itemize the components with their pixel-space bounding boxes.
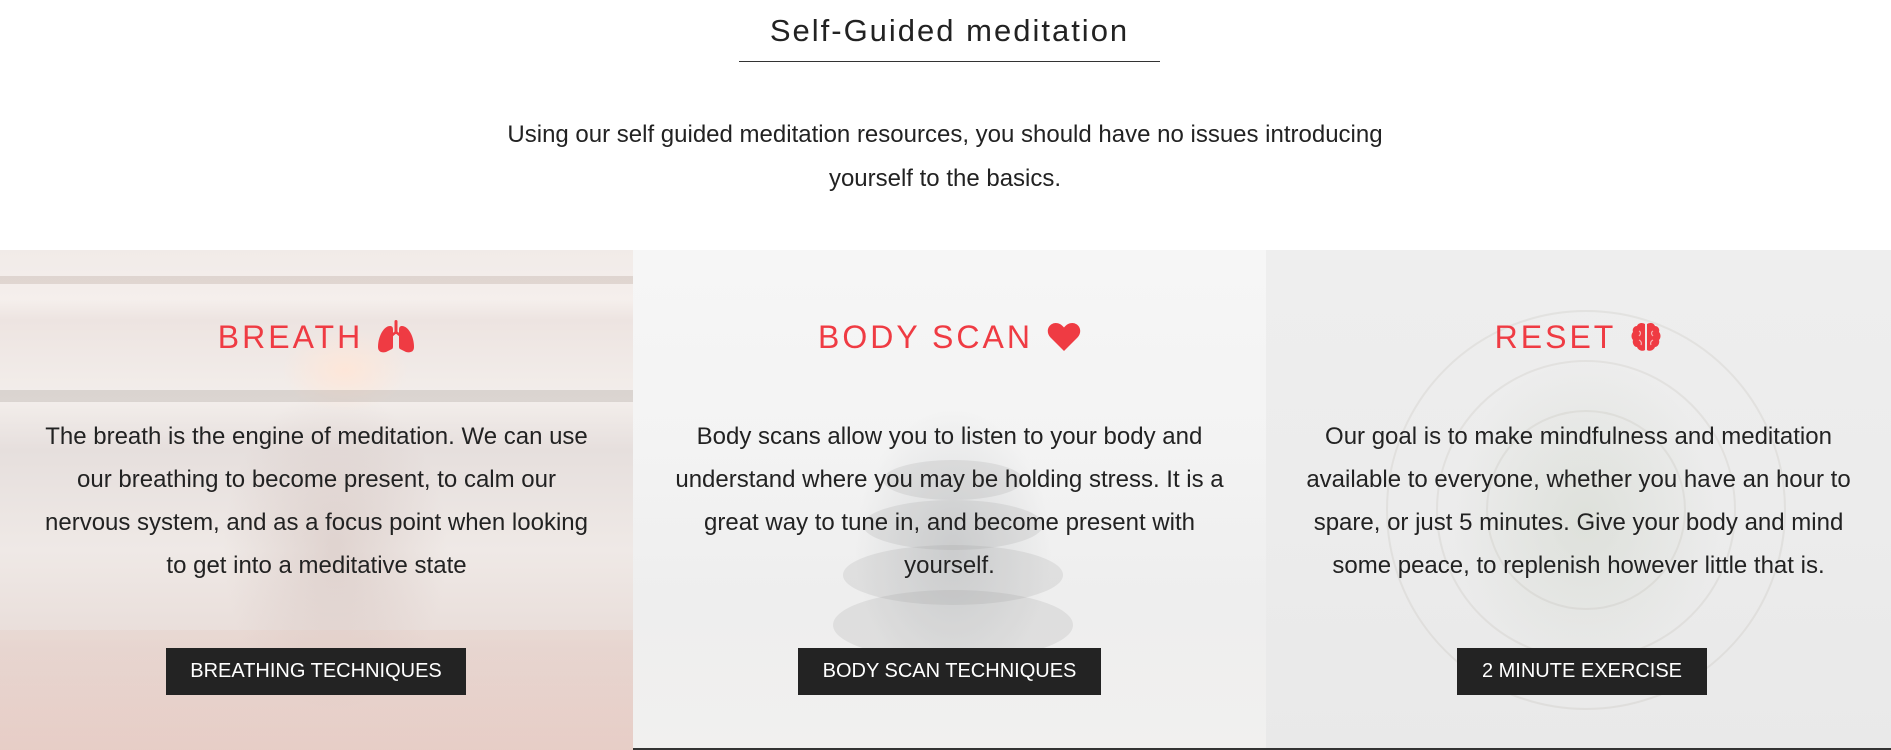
panel-breath: BREATH The breath is the engine of medit… (0, 250, 633, 750)
section-subtitle: Using our self guided meditation resourc… (507, 121, 1383, 192)
two-minute-exercise-button[interactable]: 2 MINUTE EXERCISE (1457, 648, 1707, 695)
panel-content: RESET Our goal is to make mindfulness an… (1266, 250, 1891, 750)
panel-description: Our goal is to make mindfulness and medi… (1306, 423, 1851, 579)
section-title: Self-Guided meditation (739, 12, 1160, 62)
intro-section: Self-Guided meditation Using our self gu… (0, 0, 1891, 250)
panel-heading: RESET (1266, 315, 1891, 359)
panel-reset: RESET Our goal is to make mindfulness an… (1266, 250, 1891, 750)
panel-content: BREATH The breath is the engine of medit… (0, 250, 633, 750)
meditation-panels: BREATH The breath is the engine of medit… (0, 250, 1891, 750)
lungs-icon (377, 320, 415, 354)
panel-heading-text: RESET (1494, 318, 1617, 355)
body-scan-techniques-button[interactable]: BODY SCAN TECHNIQUES (798, 648, 1101, 695)
panel-heading-text: BODY SCAN (818, 318, 1033, 355)
panel-body-scan: BODY SCAN Body scans allow you to listen… (633, 250, 1266, 750)
brain-icon (1630, 321, 1662, 353)
breathing-techniques-button[interactable]: BREATHING TECHNIQUES (166, 648, 466, 695)
panel-heading: BREATH (0, 315, 633, 359)
panel-content: BODY SCAN Body scans allow you to listen… (633, 250, 1266, 750)
page: Self-Guided meditation Using our self gu… (0, 0, 1891, 750)
panel-description: The breath is the engine of meditation. … (45, 423, 588, 579)
panel-description: Body scans allow you to listen to your b… (675, 423, 1224, 579)
panel-heading: BODY SCAN (633, 315, 1266, 359)
panel-heading-text: BREATH (217, 318, 364, 355)
heart-icon (1047, 322, 1081, 352)
